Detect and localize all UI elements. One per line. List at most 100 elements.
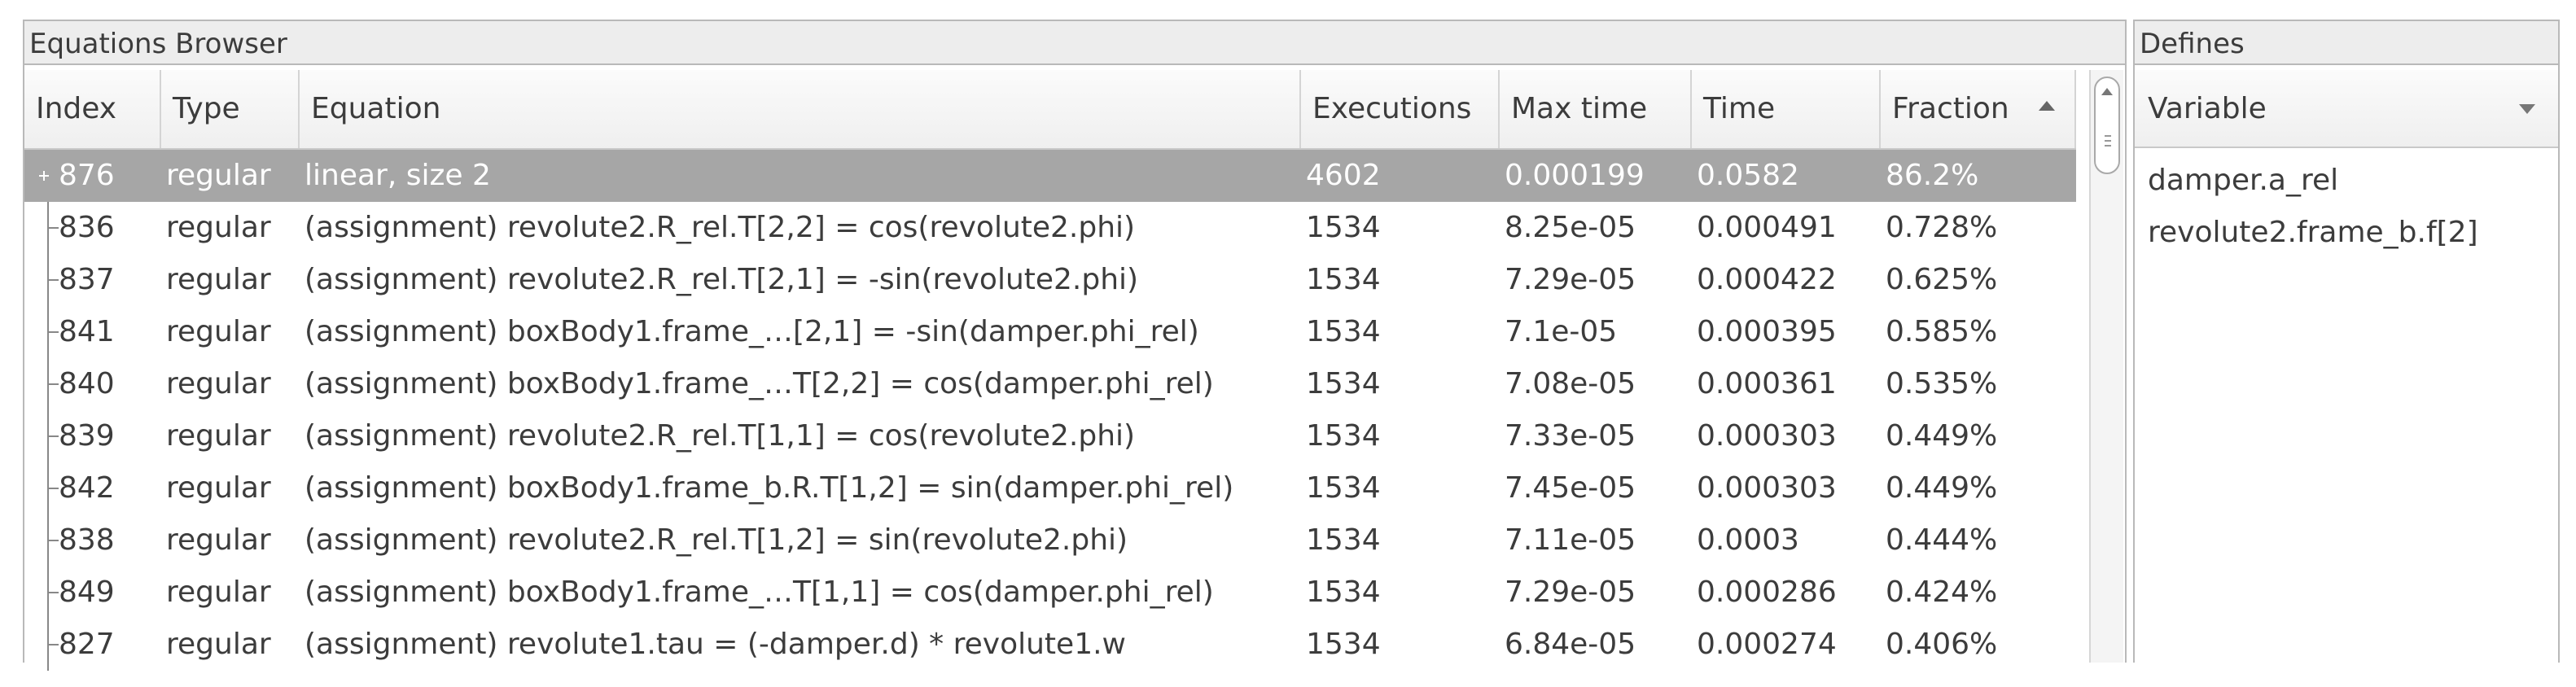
cell-type: regular: [166, 419, 271, 453]
column-header-equation[interactable]: Equation: [300, 70, 1301, 148]
vertical-scrollbar[interactable]: [2089, 70, 2123, 663]
cell-fraction: 0.449%: [1886, 471, 1998, 505]
cell-time: 0.000303: [1697, 419, 1837, 453]
cell-equation: (assignment) revolute2.R_rel.T[1,1] = co…: [304, 419, 1136, 453]
cell-type: regular: [166, 263, 271, 296]
cell-time: 0.000422: [1697, 263, 1837, 296]
tree-branch-line: [47, 540, 59, 541]
cell-equation: linear, size 2: [304, 159, 491, 192]
tree-branch-line: [47, 644, 59, 645]
cell-executions: 1534: [1306, 211, 1381, 244]
cell-equation: (assignment) boxBody1.frame_…T[1,1] = co…: [304, 575, 1214, 609]
tree-branch-line: [47, 383, 59, 385]
cell-index: 836: [59, 211, 115, 244]
cell-executions: 1534: [1306, 419, 1381, 453]
cell-executions: 1534: [1306, 628, 1381, 661]
cell-max-time: 6.84e-05: [1505, 628, 1636, 661]
cell-executions: 1534: [1306, 367, 1381, 400]
cell-time: 0.000395: [1697, 315, 1837, 348]
table-row[interactable]: 827 regular (assignment) revolute1.tau = (…: [24, 619, 2076, 671]
cell-fraction: 0.406%: [1886, 628, 1998, 661]
cell-fraction: 0.449%: [1886, 419, 1998, 453]
expand-plus-icon[interactable]: [37, 169, 50, 182]
column-header-index[interactable]: Index: [24, 70, 161, 148]
tree-branch-line: [47, 279, 59, 281]
cell-equation: (assignment) boxBody1.frame_…T[2,2] = co…: [304, 367, 1214, 400]
tree-branch-line: [47, 435, 59, 437]
cell-executions: 4602: [1306, 159, 1381, 192]
column-header-variable-label: Variable: [2148, 92, 2267, 125]
cell-fraction: 0.728%: [1886, 211, 1998, 244]
cell-index: 839: [59, 419, 115, 453]
cell-executions: 1534: [1306, 523, 1381, 557]
table-row[interactable]: 842 regular (assignment) boxBody1.frame_b.…: [24, 462, 2076, 514]
cell-equation: (assignment) revolute2.R_rel.T[1,2] = si…: [304, 523, 1128, 557]
column-header-time[interactable]: Time: [1692, 70, 1881, 148]
cell-fraction: 86.2%: [1886, 159, 1979, 192]
scrollbar-handle[interactable]: [2094, 77, 2120, 174]
cell-equation: (assignment) revolute2.R_rel.T[2,1] = -s…: [304, 263, 1139, 296]
cell-executions: 1534: [1306, 575, 1381, 609]
sort-descending-icon: [2519, 104, 2535, 114]
sort-ascending-icon: [2039, 101, 2055, 111]
cell-index: 849: [59, 575, 115, 609]
table-row[interactable]: 841 regular (assignment) boxBody1.frame_…[…: [24, 306, 2076, 358]
scroll-grip-icon: [2105, 135, 2111, 137]
column-header-fraction[interactable]: Fraction: [1881, 70, 2076, 148]
tree-branch-line: [47, 331, 59, 333]
equations-browser-panel: Equations Browser Index Type Equation Ex…: [23, 20, 2127, 671]
table-row[interactable]: 838 regular (assignment) revolute2.R_rel.T…: [24, 514, 2076, 567]
cell-max-time: 7.45e-05: [1505, 471, 1636, 505]
defines-title: Defines: [2135, 20, 2558, 65]
cell-fraction: 0.535%: [1886, 367, 1998, 400]
tree-branch-line: [47, 592, 59, 593]
defines-item[interactable]: revolute2.frame_b.f[2]: [2148, 207, 2478, 259]
scroll-grip-icon: [2105, 140, 2111, 142]
equations-browser-title: Equations Browser: [24, 20, 2125, 65]
cell-type: regular: [166, 211, 271, 244]
column-header-variable[interactable]: Variable: [2135, 70, 2558, 148]
cell-max-time: 7.11e-05: [1505, 523, 1636, 557]
table-row[interactable]: 849 regular (assignment) boxBody1.frame_…T…: [24, 567, 2076, 619]
table-row[interactable]: 876 regular linear, size 2 4602 0.000199 0.05…: [24, 150, 2076, 202]
cell-type: regular: [166, 523, 271, 557]
tree-branch-line: [47, 488, 59, 489]
column-header-fraction-label: Fraction: [1892, 92, 2009, 125]
cell-type: regular: [166, 159, 271, 192]
cell-index: 840: [59, 367, 115, 400]
cell-equation: (assignment) boxBody1.frame_b.R.T[1,2] =…: [304, 471, 1234, 505]
cell-index: 842: [59, 471, 115, 505]
equations-table-header: Index Type Equation Executions Max time …: [24, 70, 2076, 150]
cell-index: 841: [59, 315, 115, 348]
cell-time: 0.000286: [1697, 575, 1837, 609]
table-row[interactable]: 837 regular (assignment) revolute2.R_rel.T…: [24, 254, 2076, 306]
cell-executions: 1534: [1306, 315, 1381, 348]
cell-time: 0.0003: [1697, 523, 1799, 557]
defines-item[interactable]: damper.a_rel: [2148, 155, 2338, 207]
cell-equation: (assignment) revolute2.R_rel.T[2,2] = co…: [304, 211, 1136, 244]
cell-max-time: 7.33e-05: [1505, 419, 1636, 453]
cell-fraction: 0.444%: [1886, 523, 1998, 557]
cell-type: regular: [166, 367, 271, 400]
cell-max-time: 7.29e-05: [1505, 263, 1636, 296]
cell-fraction: 0.625%: [1886, 263, 1998, 296]
column-header-executions[interactable]: Executions: [1301, 70, 1500, 148]
cell-time: 0.000303: [1697, 471, 1837, 505]
table-row[interactable]: 836 regular (assignment) revolute2.R_rel.T…: [24, 202, 2076, 254]
table-row[interactable]: 840 regular (assignment) boxBody1.frame_…T…: [24, 358, 2076, 410]
cell-time: 0.000274: [1697, 628, 1837, 661]
scroll-up-icon: [2101, 88, 2113, 95]
cell-type: regular: [166, 575, 271, 609]
cell-max-time: 0.000199: [1505, 159, 1645, 192]
cell-executions: 1534: [1306, 263, 1381, 296]
cell-fraction: 0.585%: [1886, 315, 1998, 348]
table-row[interactable]: 839 regular (assignment) revolute2.R_rel.T…: [24, 410, 2076, 462]
tree-branch-line: [47, 227, 59, 229]
cell-time: 0.0582: [1697, 159, 1799, 192]
cell-type: regular: [166, 471, 271, 505]
cell-equation: (assignment) revolute1.tau = (-damper.d)…: [304, 628, 1126, 661]
cell-index: 876: [59, 159, 115, 192]
column-header-max-time[interactable]: Max time: [1500, 70, 1692, 148]
column-header-type[interactable]: Type: [161, 70, 300, 148]
cell-max-time: 7.29e-05: [1505, 575, 1636, 609]
